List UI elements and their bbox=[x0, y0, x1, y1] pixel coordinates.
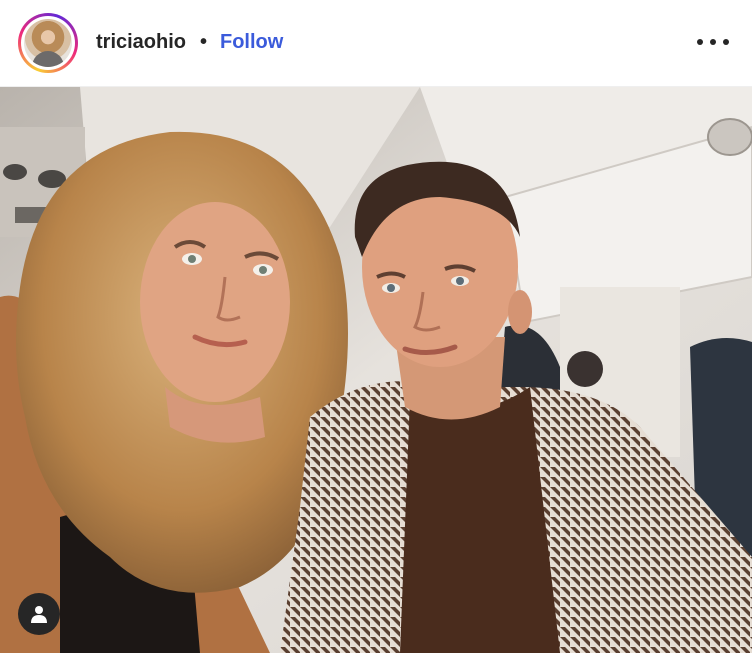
profile-avatar[interactable] bbox=[18, 13, 78, 73]
post-header: triciaohio • Follow bbox=[0, 0, 752, 87]
separator-dot: • bbox=[200, 31, 208, 53]
instagram-post: triciaohio • Follow bbox=[0, 0, 752, 653]
selfie-image bbox=[0, 87, 752, 653]
username-link[interactable]: triciaohio bbox=[96, 30, 186, 54]
avatar-image bbox=[24, 19, 72, 67]
more-options-icon[interactable] bbox=[697, 28, 729, 56]
follow-button[interactable]: Follow bbox=[220, 30, 283, 54]
post-photo bbox=[0, 87, 752, 653]
user-tag-icon[interactable] bbox=[18, 593, 60, 635]
